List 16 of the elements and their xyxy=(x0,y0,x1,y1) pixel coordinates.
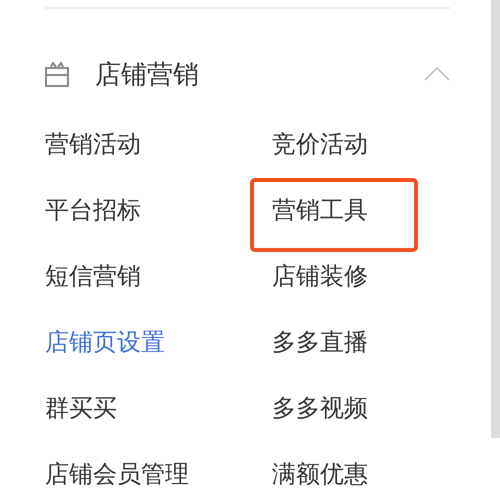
menu-link[interactable]: 短信营销 xyxy=(45,260,141,292)
chevron-up-icon[interactable] xyxy=(424,67,450,81)
menu-link[interactable]: 营销活动 xyxy=(45,128,141,160)
menu-link[interactable]: 店铺页设置 xyxy=(45,326,165,358)
scrollbar[interactable] xyxy=(491,0,500,438)
menu-link[interactable]: 平台招标 xyxy=(45,194,141,226)
menu-link[interactable]: 店铺会员管理 xyxy=(45,458,189,490)
menu-link[interactable]: 多多直播 xyxy=(272,326,368,358)
gift-icon xyxy=(45,61,69,87)
menu-link[interactable]: 群买买 xyxy=(45,392,117,424)
menu-link[interactable]: 竞价活动 xyxy=(272,128,368,160)
menu-link[interactable]: 满额优惠 xyxy=(272,458,368,490)
menu-link[interactable]: 营销工具 xyxy=(272,194,368,226)
menu-link[interactable]: 多多视频 xyxy=(272,392,368,424)
section-title: 店铺营销 xyxy=(95,58,200,92)
menu-link[interactable]: 店铺装修 xyxy=(272,260,368,292)
